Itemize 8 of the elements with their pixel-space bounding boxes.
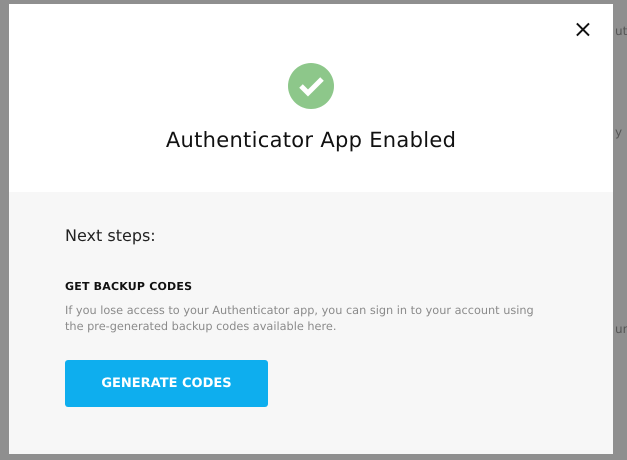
description: If you lose access to your Authenticator app, you can sign in to your account using the pre-generated backup codes available here. [65,303,535,335]
subtitle: Next steps: [65,226,157,245]
close-button[interactable]: × [572,18,594,40]
check-icon [288,63,334,109]
background-text: ut [615,24,627,38]
background-text: y [615,125,624,139]
section-heading: GET BACKUP CODES [65,280,194,293]
dialog-title: Authenticator App Enabled [166,128,456,152]
